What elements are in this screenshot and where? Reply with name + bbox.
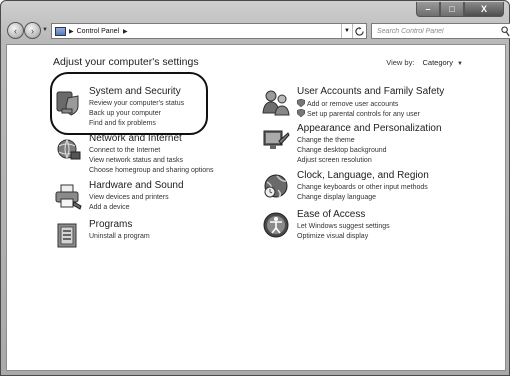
search-box[interactable] xyxy=(371,23,510,39)
category-title-appearance[interactable]: Appearance and Personalization xyxy=(297,123,442,134)
navigation-bar: ‹ › ▼ ▶ Control Panel ▶ ▼ xyxy=(5,22,510,40)
category-title-programs[interactable]: Programs xyxy=(89,219,132,230)
link-keyboards[interactable]: Change keyboards or other input methods xyxy=(297,183,428,193)
view-by-label: View by: xyxy=(386,58,415,67)
link-add-remove-users[interactable]: Add or remove user accounts xyxy=(307,101,398,108)
refresh-icon[interactable] xyxy=(352,24,366,38)
link-change-theme[interactable]: Change the theme xyxy=(297,136,387,146)
link-suggest-settings[interactable]: Let Windows suggest settings xyxy=(297,222,390,232)
minimize-button[interactable]: – xyxy=(416,2,440,17)
link-screen-resolution[interactable]: Adjust screen resolution xyxy=(297,156,387,166)
uac-shield-icon xyxy=(297,99,305,107)
view-by-dropdown[interactable]: Category xyxy=(423,58,453,67)
address-bar[interactable]: ▶ Control Panel ▶ ▼ xyxy=(51,23,367,39)
view-by-control: View by: Category ▼ xyxy=(386,58,463,67)
link-add-device[interactable]: Add a device xyxy=(89,203,169,213)
search-icon[interactable] xyxy=(501,26,510,37)
close-button[interactable]: X xyxy=(464,2,504,17)
network-globe-icon[interactable] xyxy=(54,135,82,163)
link-add-remove-users-row[interactable]: Add or remove user accounts xyxy=(297,99,420,109)
category-title-clock-language[interactable]: Clock, Language, and Region xyxy=(297,170,429,181)
users-icon[interactable] xyxy=(262,88,290,116)
search-input[interactable] xyxy=(377,27,497,35)
control-panel-window: – □ X ‹ › ▼ ▶ Control Panel ▶ ▼ Search C… xyxy=(0,0,510,376)
content-pane: Adjust your computer's settings View by:… xyxy=(6,44,506,371)
uac-shield-icon xyxy=(297,109,305,117)
link-parental-controls[interactable]: Set up parental controls for any user xyxy=(307,111,420,118)
recent-pages-dropdown-icon[interactable]: ▼ xyxy=(42,27,48,33)
printer-icon[interactable] xyxy=(54,182,82,210)
clock-globe-icon[interactable] xyxy=(262,172,290,200)
address-dropdown-icon[interactable]: ▼ xyxy=(341,24,352,38)
programs-icon[interactable] xyxy=(54,221,82,249)
chevron-down-icon[interactable]: ▼ xyxy=(457,61,463,67)
link-network-status[interactable]: View network status and tasks xyxy=(89,156,214,166)
link-optimize-display[interactable]: Optimize visual display xyxy=(297,232,390,242)
link-display-language[interactable]: Change display language xyxy=(297,193,428,203)
back-button[interactable]: ‹ xyxy=(7,22,24,39)
page-heading: Adjust your computer's settings xyxy=(53,56,199,68)
category-title-hardware-sound[interactable]: Hardware and Sound xyxy=(89,180,184,191)
link-parental-controls-row[interactable]: Set up parental controls for any user xyxy=(297,109,420,119)
link-homegroup[interactable]: Choose homegroup and sharing options xyxy=(89,166,214,176)
highlight-callout-system-security xyxy=(50,72,208,135)
link-uninstall-program[interactable]: Uninstall a program xyxy=(89,232,150,242)
category-title-user-accounts[interactable]: User Accounts and Family Safety xyxy=(297,86,444,97)
link-connect-internet[interactable]: Connect to the Internet xyxy=(89,146,214,156)
breadcrumb-chevron-icon[interactable]: ▶ xyxy=(123,28,128,35)
link-desktop-background[interactable]: Change desktop background xyxy=(297,146,387,156)
forward-button[interactable]: › xyxy=(24,22,41,39)
caption-buttons: – □ X xyxy=(416,2,504,17)
control-panel-icon xyxy=(55,26,66,36)
appearance-icon[interactable] xyxy=(262,125,290,153)
breadcrumb-control-panel[interactable]: Control Panel xyxy=(77,28,119,35)
category-title-ease-of-access[interactable]: Ease of Access xyxy=(297,209,365,220)
maximize-button[interactable]: □ xyxy=(440,2,464,17)
link-devices-printers[interactable]: View devices and printers xyxy=(89,193,169,203)
breadcrumb-chevron-icon[interactable]: ▶ xyxy=(69,28,74,35)
ease-of-access-icon[interactable] xyxy=(262,211,290,239)
